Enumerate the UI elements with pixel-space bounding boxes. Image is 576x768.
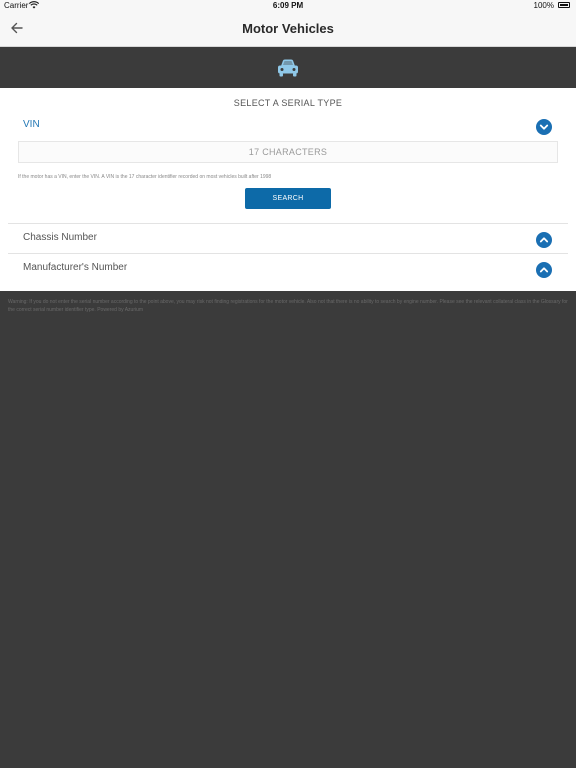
battery-percent: 100%: [533, 1, 554, 10]
serial-type-manufacturer[interactable]: Manufacturer's Number: [23, 262, 127, 273]
chevron-up-icon[interactable]: [536, 232, 552, 248]
clock: 6:09 PM: [272, 1, 304, 10]
divider: [8, 253, 568, 254]
warning-text: Warning: If you do not enter the serial …: [8, 299, 568, 313]
hero-banner: [0, 48, 576, 88]
vin-input[interactable]: [18, 141, 558, 163]
page-title: Motor Vehicles: [242, 21, 334, 36]
search-button[interactable]: SEARCH: [245, 188, 331, 209]
chevron-up-icon[interactable]: [536, 262, 552, 278]
chevron-down-icon[interactable]: [536, 119, 552, 135]
serial-type-panel: SELECT A SERIAL TYPE VIN If the motor ha…: [0, 88, 576, 291]
status-bar: Carrier 6:09 PM 100%: [0, 0, 576, 12]
section-title: SELECT A SERIAL TYPE: [233, 98, 343, 108]
navigation-bar: Motor Vehicles: [0, 12, 576, 47]
battery-icon: [558, 2, 570, 8]
car-icon: [278, 59, 298, 77]
divider: [8, 223, 568, 224]
serial-type-chassis[interactable]: Chassis Number: [23, 232, 97, 243]
helper-text: If the motor has a VIN, enter the VIN. A…: [18, 174, 272, 180]
serial-type-vin[interactable]: VIN: [23, 119, 40, 130]
